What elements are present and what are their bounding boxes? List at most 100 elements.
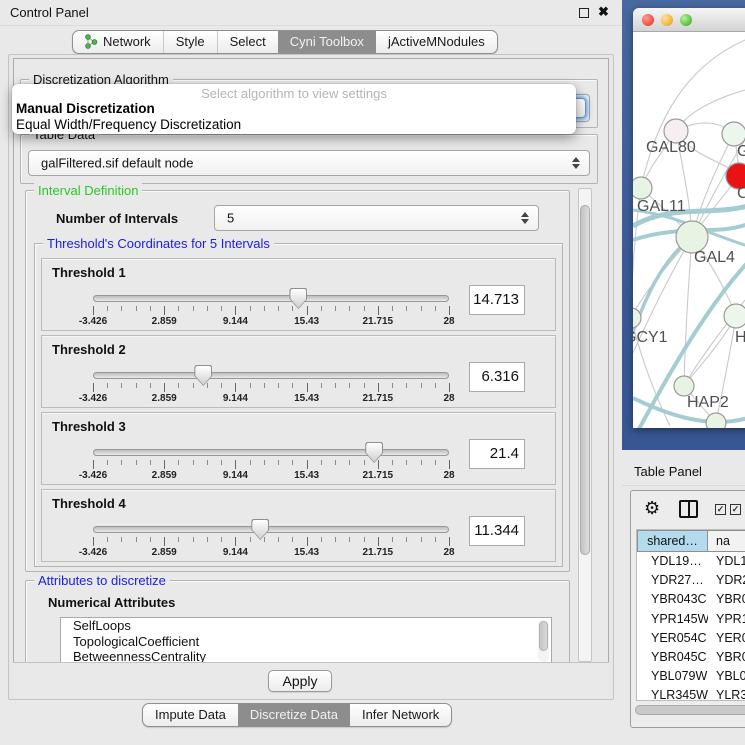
table-row[interactable]: YDL19…YDL1 [637, 552, 745, 571]
threshold-4-value[interactable]: 11.344 [469, 516, 525, 546]
checkbox-icon[interactable]: ✓ [730, 504, 741, 515]
tick-mark [335, 537, 336, 542]
table-cell[interactable]: YDR27… [637, 571, 708, 590]
tab-impute-data[interactable]: Impute Data [143, 704, 238, 726]
list-scrollbar[interactable] [538, 620, 549, 662]
table-cell[interactable]: YBR0 [708, 590, 745, 609]
zoom-traffic-light-icon[interactable] [680, 14, 692, 26]
minimize-traffic-light-icon[interactable] [661, 14, 673, 26]
slider-track[interactable] [93, 449, 449, 456]
table-cell[interactable]: YLR345W [637, 686, 708, 701]
table-cell[interactable]: YBR045C [637, 648, 708, 667]
threshold-3-value[interactable]: 21.4 [469, 439, 525, 469]
threshold-1-slider[interactable]: -3.4262.8599.14415.4321.71528 [93, 289, 449, 329]
tick-label: 9.144 [223, 470, 248, 481]
tick-mark [392, 306, 393, 311]
network-window-titlebar[interactable] [633, 8, 745, 32]
table-row[interactable]: YER054CYER0 [637, 629, 745, 648]
table-cell[interactable]: YBL0 [708, 667, 745, 686]
dropdown-item-manual-discretization[interactable]: Manual Discretization [16, 101, 155, 116]
gear-icon[interactable]: ⚙ [644, 499, 660, 517]
tick-mark [378, 537, 379, 546]
checkbox-icon[interactable]: ✓ [715, 504, 726, 515]
table-cell[interactable]: YPR145W [637, 610, 708, 629]
threshold-2-value[interactable]: 6.316 [469, 362, 525, 392]
cyni-mode-tabs: Impute Data Discretize Data Infer Networ… [142, 703, 452, 727]
tab-infer-network[interactable]: Infer Network [350, 704, 451, 726]
slider-tick-labels: -3.4262.8599.14415.4321.71528 [93, 547, 449, 559]
table-row[interactable]: YBR045CYBR0 [637, 648, 745, 667]
tick-mark [349, 306, 350, 311]
table-cell[interactable]: YER0 [708, 629, 745, 648]
tick-mark [150, 537, 151, 542]
table-cell[interactable]: YDR2 [708, 571, 745, 590]
network-node[interactable] [724, 304, 745, 328]
table-row[interactable]: YBL079WYBL0 [637, 667, 745, 686]
attribute-list-item[interactable]: SelfLoops [61, 618, 551, 634]
table-cell[interactable]: YDL1 [708, 552, 745, 571]
scrollbar-thumb[interactable] [580, 205, 590, 555]
numerical-attributes-list[interactable]: SelfLoopsTopologicalCoefficientBetweenne… [60, 617, 552, 663]
table-cell[interactable]: YBL079W [637, 667, 708, 686]
table-data-combobox[interactable]: galFiltered.sif default node [28, 150, 590, 176]
columns-icon[interactable] [679, 500, 698, 518]
number-of-intervals-combobox[interactable]: 5 [214, 205, 539, 231]
tick-mark [435, 306, 436, 311]
apply-button[interactable]: Apply [268, 670, 332, 692]
tab-network[interactable]: Network [73, 31, 163, 53]
table-row[interactable]: YPR145WYPR1 [637, 610, 745, 629]
close-icon[interactable]: ✖ [598, 4, 609, 20]
tab-jactivemnodules[interactable]: jActiveMNodules [376, 31, 497, 53]
network-node[interactable] [674, 376, 694, 396]
attribute-list-item[interactable]: BetweennessCentrality [61, 649, 551, 663]
column-header-shared-name[interactable]: shared… [637, 530, 708, 552]
close-traffic-light-icon[interactable] [642, 14, 654, 26]
table-row[interactable]: YLR345WYLR3 [637, 686, 745, 701]
table-cell[interactable]: YDL19… [637, 552, 708, 571]
column-header-name[interactable]: na [708, 530, 745, 552]
table-row[interactable]: YBR043CYBR0 [637, 590, 745, 609]
threshold-3-slider[interactable]: -3.4262.8599.14415.4321.71528 [93, 443, 449, 483]
tab-select[interactable]: Select [217, 31, 278, 53]
table-row[interactable]: YDR27…YDR2 [637, 571, 745, 590]
dropdown-item-equal-width-frequency[interactable]: Equal Width/Frequency Discretization [16, 117, 241, 132]
tick-mark [164, 460, 165, 469]
threshold-4-slider[interactable]: -3.4262.8599.14415.4321.71528 [93, 520, 449, 560]
tick-label: -3.426 [79, 393, 107, 404]
slider-track[interactable] [93, 295, 449, 302]
attributes-group-title: Attributes to discretize [34, 573, 170, 588]
float-window-icon[interactable] [579, 8, 589, 18]
network-canvas[interactable]: GAL80GACGAL11GAL4GCY1HHAP2 [633, 32, 745, 428]
tab-style[interactable]: Style [163, 31, 217, 53]
tab-discretize-data[interactable]: Discretize Data [238, 704, 350, 726]
tab-jactivemnodules-label: jActiveMNodules [388, 34, 485, 49]
settings-vertical-scrollbar[interactable] [578, 188, 592, 662]
table-header-row: shared… na [637, 530, 745, 552]
table-cell[interactable]: YBR043C [637, 590, 708, 609]
scrollbar-thumb[interactable] [635, 705, 745, 715]
tick-mark [307, 383, 308, 392]
stepper-arrows-icon [572, 157, 581, 169]
tick-mark [164, 383, 165, 392]
tab-cyni-toolbox[interactable]: Cyni Toolbox [278, 31, 376, 53]
slider-track[interactable] [93, 526, 449, 533]
threshold-1-value[interactable]: 14.713 [469, 285, 525, 315]
attribute-list-item[interactable]: TopologicalCoefficient [61, 634, 551, 650]
dropdown-placeholder-item[interactable]: Select algorithm to view settings [12, 86, 576, 101]
threshold-2-slider[interactable]: -3.4262.8599.14415.4321.71528 [93, 366, 449, 406]
tick-mark [93, 383, 94, 392]
table-cell[interactable]: YPR1 [708, 610, 745, 629]
tick-label: 15.43 [294, 393, 319, 404]
algorithm-dropdown-popup: Select algorithm to view settings Manual… [12, 84, 576, 134]
table-horizontal-scrollbar[interactable] [635, 705, 745, 716]
tick-label: 15.43 [294, 547, 319, 558]
tick-mark [107, 460, 108, 465]
network-node[interactable] [706, 413, 726, 428]
tick-mark [364, 537, 365, 542]
table-cell[interactable]: YBR0 [708, 648, 745, 667]
slider-track[interactable] [93, 372, 449, 379]
tick-label: 15.43 [294, 316, 319, 327]
table-cell[interactable]: YLR3 [708, 686, 745, 701]
table-cell[interactable]: YER054C [637, 629, 708, 648]
network-node[interactable] [633, 177, 652, 199]
